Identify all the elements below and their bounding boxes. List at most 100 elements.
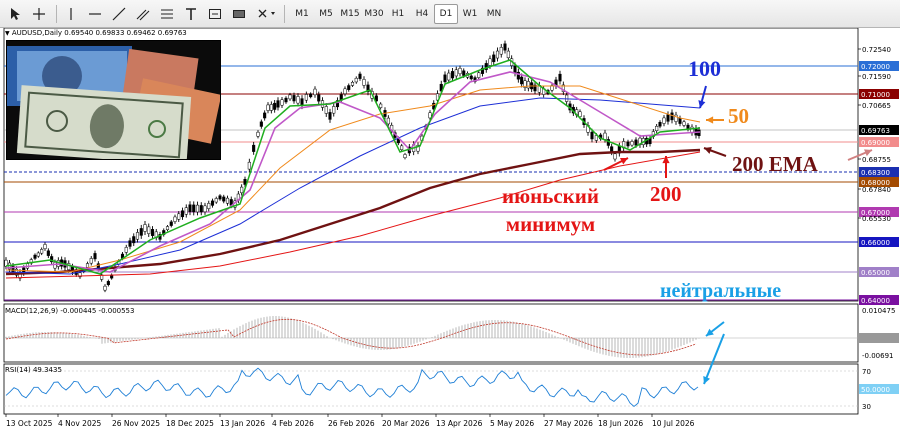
rectangle-icon[interactable] [230,4,248,24]
candle-body [447,72,451,81]
candle-body [288,94,292,100]
dropdown-triangle-icon[interactable]: ▼ [5,30,10,37]
candle-body [662,117,666,124]
horizontal-line-icon[interactable] [86,4,104,24]
candle-body [386,117,390,125]
candle-body [132,236,136,244]
current-price-label: 0.69763 [861,127,890,135]
candle-body [503,43,507,51]
crosshair-icon[interactable] [30,4,48,24]
macd-histogram [5,316,700,358]
candle-body [362,79,366,86]
arrow-ma200 [662,156,670,178]
level-label: 0.72000 [859,61,899,71]
timeframe-m15[interactable]: M15 [338,4,362,24]
rsi-scale-label: 50.0000 [861,386,890,394]
candle-body [328,112,332,120]
candle-body [89,258,93,264]
channel-icon[interactable] [134,4,152,24]
candle-body [266,104,270,111]
time-axis-label: 4 Nov 2025 [58,419,101,428]
level-label-text: 0.68300 [861,169,890,177]
candle-body [135,232,140,240]
candle-body [195,204,200,213]
candle-body [354,77,358,83]
text-tool-icon[interactable] [182,4,200,24]
candle-body [280,99,284,106]
candle-body [658,122,662,127]
candle-body [33,254,37,259]
time-axis-label: 5 May 2026 [490,419,534,428]
time-axis-label: 13 Apr 2026 [436,419,483,428]
macd-label: MACD(12,26,9) -0.000445 -0.000553 [5,307,135,315]
candle-body [46,250,50,256]
timeframe-d1[interactable]: D1 [434,4,458,24]
candle-body [252,144,256,152]
candle-body [218,195,222,200]
candle-body [225,197,230,204]
annotation-ma50: 50 [728,104,749,128]
trendline-icon[interactable] [110,4,128,24]
macd-scale-label: -0.00691 [862,352,893,360]
timeframe-m1[interactable]: M1 [290,4,314,24]
timeframe-h1[interactable]: H1 [386,4,410,24]
label-tool-icon[interactable] [206,4,224,24]
candle-body [309,93,313,98]
candle-body [36,252,40,257]
candle-body [207,203,211,209]
candle-body [269,104,273,111]
candle-body [317,94,321,102]
candle-body [666,114,670,122]
rsi-label: RSI(14) 49.3435 [5,366,62,374]
timeframe-h4[interactable]: H4 [410,4,434,24]
candle-body [304,94,308,101]
candle-body [214,198,218,203]
vertical-line-icon[interactable] [62,4,80,24]
macd-value-bg [859,333,899,343]
timeframe-mn[interactable]: MN [482,4,506,24]
candle-body [350,82,355,86]
arrow-ma100 [698,85,707,109]
price-axis-label: 0.68755 [862,156,891,164]
chart-area[interactable]: 0.72000 0.71000 0.69000 0.68300 0.68000 0.670… [0,28,900,440]
candle-body [263,112,267,119]
candle-body [210,200,215,206]
annotation-june-low-line2: минимум [505,212,596,236]
macd-signal-line [5,318,697,356]
candle-body [655,126,659,131]
symbol-header: ▼ AUDUSD,Daily 0.69540 0.69833 0.69462 0… [5,29,187,37]
timeframe-w1[interactable]: W1 [458,4,482,24]
candle-body [203,205,207,213]
candle-body [128,240,132,247]
level-label-text: 0.72000 [861,63,890,71]
level-label-text: 0.71000 [861,91,890,99]
shapes-dropdown-icon[interactable] [254,4,280,24]
time-axis-label: 13 Jan 2026 [220,419,265,428]
candle-body [124,247,128,253]
candle-body [147,226,151,234]
fibo-icon[interactable] [158,4,176,24]
timeframe-m5[interactable]: M5 [314,4,338,24]
candle-body [103,285,107,291]
candle-body [590,131,594,140]
candle-body [292,95,296,102]
candle-body [165,226,170,230]
candle-body [613,153,617,160]
annotation-june-low: июньский минимум [502,182,599,238]
candle-body [670,112,674,121]
candle-body [284,97,288,103]
candle-body [682,121,686,126]
timeframe-m30[interactable]: M30 [362,4,386,24]
candle-body [506,50,510,59]
candle-body [143,224,147,232]
candle-body [324,106,328,114]
level-label: 0.65000 [859,267,899,277]
candle-body [477,72,481,78]
time-axis-label: 4 Feb 2026 [272,419,314,428]
candle-body [296,96,300,104]
arrow-ema200 [703,147,727,157]
candle-body [443,74,447,83]
candle-body [173,216,177,222]
cursor-icon[interactable] [6,4,24,24]
rsi-scale-label: 30 [862,403,871,411]
